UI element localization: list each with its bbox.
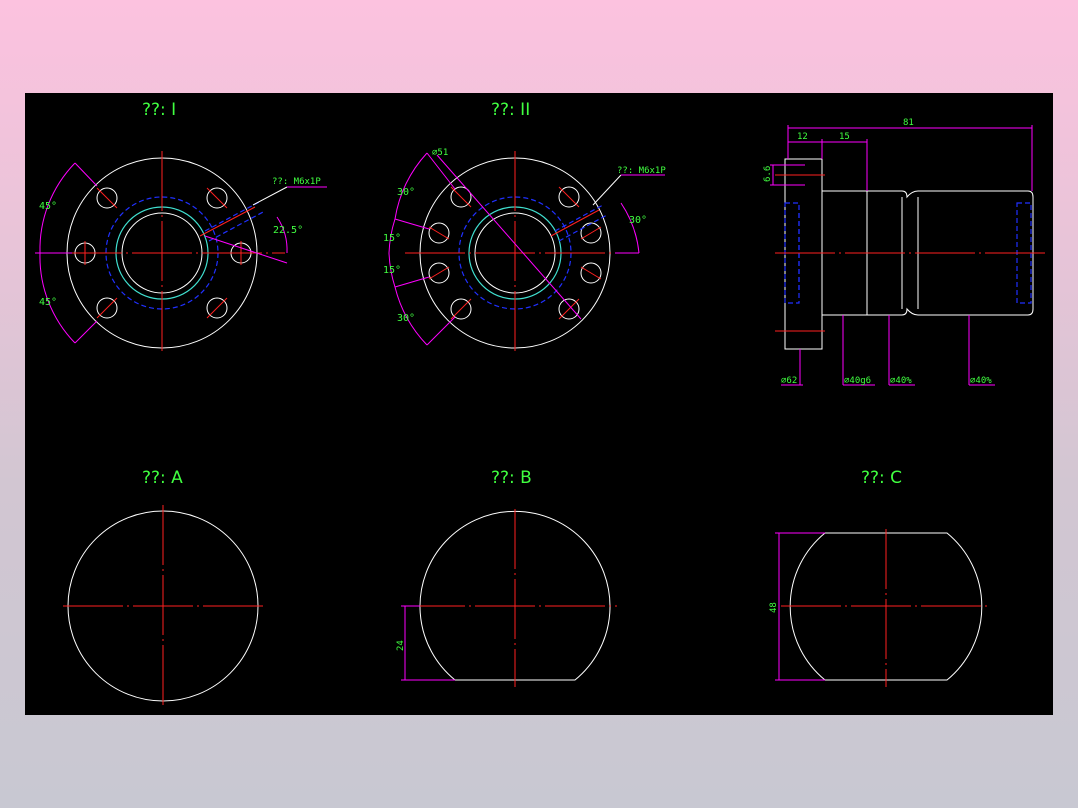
angle-45-bottom: 45° xyxy=(39,297,57,308)
dim-24: 24 xyxy=(396,640,406,651)
dim-6-6: 6.6 xyxy=(763,166,773,182)
view-2: ??: II ⌀51 ??: M6x1P 30° 30° 15° 15° 30° xyxy=(383,100,666,355)
section-a: ??: A xyxy=(63,468,265,707)
cad-drawing-canvas: ??: I ??: M6x1P 45° 45° 22.5° ??: II ⌀51… xyxy=(25,93,1053,715)
view-a-title: ??: A xyxy=(142,468,183,488)
section-c: ??: C 48 xyxy=(769,468,987,687)
view-b-title: ??: B xyxy=(491,468,532,488)
flange-profile xyxy=(784,158,823,350)
section-b: ??: B 24 xyxy=(396,468,617,687)
dim-81: 81 xyxy=(903,118,914,128)
angle-15-b: 15° xyxy=(383,233,401,244)
angle-arc-right xyxy=(620,202,640,254)
angle-15-c: 15° xyxy=(383,265,401,276)
angle-22-5: 22.5° xyxy=(273,225,303,236)
view-c-title: ??: C xyxy=(861,468,902,488)
dim-12: 12 xyxy=(797,132,808,142)
diameter-leader xyxy=(436,154,582,320)
angle-30-a: 30° xyxy=(397,187,415,198)
view-1: ??: I ??: M6x1P 45° 45° 22.5° xyxy=(35,100,327,355)
view-2-title: ??: II xyxy=(491,100,530,120)
angle-arc-a xyxy=(394,152,428,220)
dim-dia-40g6: ⌀40g6 xyxy=(844,376,871,386)
thread-callout: ??: M6x1P xyxy=(272,177,321,187)
angle-30-d: 30° xyxy=(397,313,415,324)
dim-dia-40-b: ⌀40% xyxy=(890,376,912,386)
dim-dia-62: ⌀62 xyxy=(781,376,797,386)
dim-dia-40-c: ⌀40% xyxy=(970,376,992,386)
dim-15: 15 xyxy=(839,132,850,142)
thread-hole-2 xyxy=(550,174,665,242)
cad-drawing: ??: I ??: M6x1P 45° 45° 22.5° ??: II ⌀51… xyxy=(35,100,1045,707)
view-1-title: ??: I xyxy=(142,100,176,120)
side-view: 81 12 15 6.6 ⌀62 ⌀40g6 ⌀40% ⌀40% xyxy=(763,118,1045,386)
angle-45-top: 45° xyxy=(39,201,57,212)
thread-hole xyxy=(199,186,327,264)
diameter-51: ⌀51 xyxy=(432,148,448,158)
angle-30-right: 30° xyxy=(629,215,647,226)
thread-callout-2: ??: M6x1P xyxy=(617,166,666,176)
dim-48: 48 xyxy=(769,602,779,613)
